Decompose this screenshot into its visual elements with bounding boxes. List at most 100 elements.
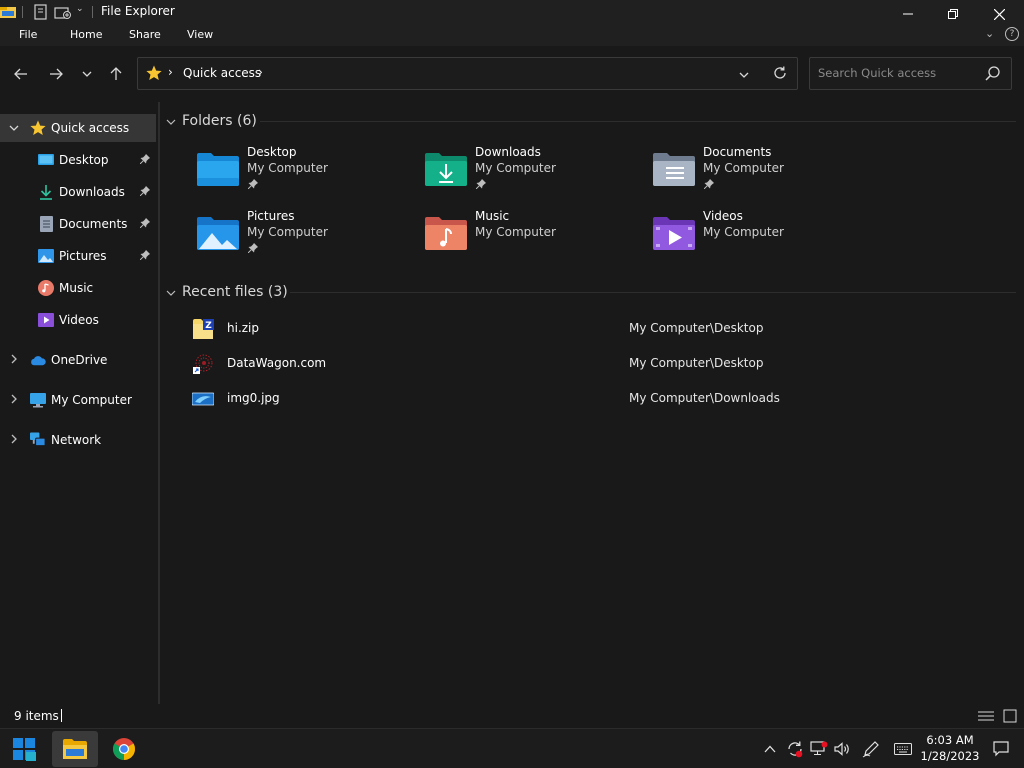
new-folder-icon[interactable]: [54, 4, 72, 20]
tab-share[interactable]: Share: [129, 28, 161, 41]
show-hidden-icons-button[interactable]: [760, 739, 780, 759]
windows-logo-icon: [13, 738, 36, 761]
volume-icon[interactable]: [833, 739, 853, 759]
sidebar-item-videos[interactable]: Videos: [0, 306, 156, 334]
expand-ribbon-chevron-icon[interactable]: ⌄: [985, 27, 994, 40]
taskbar-chrome-button[interactable]: [101, 731, 147, 767]
search-icon[interactable]: [985, 66, 1001, 82]
pen-icon[interactable]: [861, 739, 881, 759]
pictures-icon: [38, 248, 54, 264]
sidebar-item-music[interactable]: Music: [0, 274, 156, 302]
desktop-folder-icon: [196, 151, 240, 187]
separator: [92, 6, 93, 18]
sidebar-item-label: Desktop: [59, 153, 109, 167]
chevron-down-icon: [739, 72, 749, 78]
navigation-bar: › Quick access ›: [0, 46, 1024, 102]
folder-location: My Computer: [703, 225, 784, 239]
folder-tile-pictures[interactable]: Pictures My Computer: [196, 209, 416, 265]
folders-section-header[interactable]: Folders (6): [166, 109, 257, 133]
recent-files-section-header[interactable]: Recent files (3): [166, 280, 288, 304]
sidebar-item-onedrive[interactable]: OneDrive: [0, 346, 156, 374]
chevron-down-icon[interactable]: [9, 123, 21, 134]
folder-tile-music[interactable]: Music My Computer: [424, 209, 644, 265]
breadcrumb-separator-icon[interactable]: ›: [258, 65, 263, 79]
separator: [22, 6, 23, 18]
folder-tile-downloads[interactable]: Downloads My Computer: [424, 145, 644, 201]
taskbar-file-explorer-button[interactable]: [52, 731, 98, 767]
chevron-right-icon[interactable]: [11, 394, 23, 407]
network-icon: [30, 432, 46, 448]
status-bar: 9 items: [0, 704, 1024, 728]
folder-tile-documents[interactable]: Documents My Computer: [652, 145, 872, 201]
search-box[interactable]: [809, 57, 1012, 90]
pin-icon: [139, 153, 150, 167]
pin-icon: [139, 185, 150, 199]
recent-file-row[interactable]: img0.jpg My Computer\Downloads: [191, 384, 1012, 414]
properties-icon[interactable]: [34, 4, 48, 20]
videos-icon: [38, 312, 54, 328]
chevron-right-icon[interactable]: [11, 434, 23, 447]
ribbon-tabs: File Home Share View ⌄ ?: [0, 24, 1024, 46]
clock-time: 6:03 AM: [926, 733, 974, 747]
details-view-button[interactable]: [978, 710, 994, 722]
refresh-icon: [774, 66, 786, 79]
sidebar-item-documents[interactable]: Documents: [0, 210, 156, 238]
navigation-pane: Quick access Desktop Downloads Documents: [0, 102, 158, 702]
back-button[interactable]: [10, 64, 32, 84]
recent-file-row[interactable]: Z hi.zip My Computer\Desktop: [192, 314, 1012, 344]
sidebar-item-label: Network: [51, 433, 102, 447]
notifications-button[interactable]: [991, 739, 1011, 759]
breadcrumb-separator-icon[interactable]: ›: [168, 65, 173, 79]
folder-location: My Computer: [475, 161, 556, 175]
sidebar-item-downloads[interactable]: Downloads: [0, 178, 156, 206]
folder-location: My Computer: [247, 161, 328, 175]
folder-name: Music: [475, 209, 510, 223]
search-input[interactable]: [818, 66, 978, 80]
shortcut-icon: [192, 353, 214, 375]
arrow-up-icon: [110, 67, 122, 80]
recent-file-path: My Computer\Desktop: [629, 321, 764, 335]
touch-keyboard-icon[interactable]: [893, 739, 913, 759]
section-divider: [260, 121, 1016, 122]
file-explorer-app-icon[interactable]: [0, 4, 16, 20]
folder-name: Pictures: [247, 209, 295, 223]
sidebar-item-label: Videos: [59, 313, 99, 327]
network-status-icon[interactable]: [809, 739, 829, 759]
documents-icon: [38, 216, 54, 232]
sidebar-item-label: Pictures: [59, 249, 107, 263]
forward-button[interactable]: [45, 64, 67, 84]
sidebar-item-pictures[interactable]: Pictures: [0, 242, 156, 270]
tab-file[interactable]: File: [19, 28, 37, 41]
help-icon[interactable]: ?: [1005, 27, 1019, 41]
folder-tile-desktop[interactable]: Desktop My Computer: [196, 145, 416, 201]
folder-tile-videos[interactable]: Videos My Computer: [652, 209, 872, 265]
sidebar-item-network[interactable]: Network: [0, 426, 156, 454]
folders-section-title: Folders (6): [182, 113, 257, 129]
large-icons-view-button[interactable]: [1003, 709, 1017, 723]
refresh-button[interactable]: [773, 66, 789, 82]
recent-file-row[interactable]: DataWagon.com My Computer\Desktop: [192, 349, 1012, 379]
documents-folder-icon: [652, 151, 696, 187]
sidebar-item-desktop[interactable]: Desktop: [0, 146, 156, 174]
chrome-icon: [113, 738, 135, 760]
sync-status-icon[interactable]: [785, 739, 805, 759]
tab-view[interactable]: View: [187, 28, 213, 41]
sidebar-item-my-computer[interactable]: My Computer: [0, 386, 156, 414]
chevron-right-icon[interactable]: [11, 354, 23, 367]
breadcrumb-quick-access[interactable]: Quick access: [183, 66, 261, 80]
sidebar-item-label: Downloads: [59, 185, 125, 199]
taskbar-clock[interactable]: 6:03 AM 1/28/2023: [920, 732, 980, 764]
address-history-dropdown[interactable]: [739, 67, 753, 81]
pin-icon: [247, 178, 258, 192]
sidebar-item-quick-access[interactable]: Quick access: [0, 114, 156, 142]
section-divider: [290, 292, 1016, 293]
customize-toolbar-chevron-icon[interactable]: ⌄: [76, 4, 84, 14]
tab-home[interactable]: Home: [70, 28, 102, 41]
up-button[interactable]: [105, 64, 127, 84]
address-bar[interactable]: › Quick access ›: [137, 57, 798, 90]
recent-locations-button[interactable]: [76, 64, 98, 84]
folder-name: Desktop: [247, 145, 297, 159]
sidebar-item-label: Documents: [59, 217, 128, 231]
start-button[interactable]: [1, 731, 47, 767]
details-view-icon: [978, 711, 994, 721]
